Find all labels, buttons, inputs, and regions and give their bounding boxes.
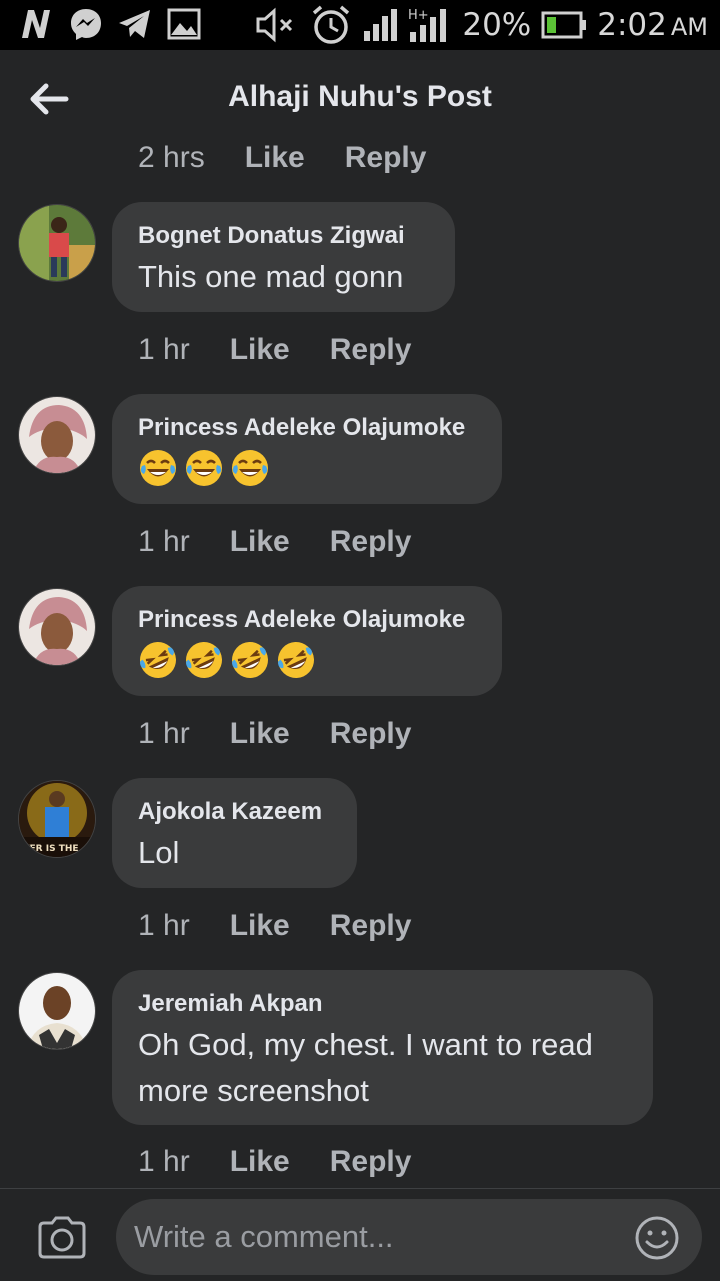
reply-button[interactable]: Reply [330,525,412,559]
like-button[interactable]: Like [230,333,290,367]
rolling-on-floor-laughing-icon [186,642,222,678]
like-button[interactable]: Like [230,909,290,943]
comment-time: 1 hr [138,333,190,366]
reply-button[interactable]: Reply [330,909,412,943]
gallery-icon [167,8,201,40]
header: Alhaji Nuhu's Post [0,50,720,146]
comment-meta-row: 1 hr Like Reply [138,330,411,370]
like-button[interactable]: Like [245,141,305,175]
avatar-caption: YER IS THE [22,844,79,854]
comment-text-line: more screenshot [138,1073,369,1108]
reply-button[interactable]: Reply [330,1145,412,1179]
like-button[interactable]: Like [230,717,290,751]
comment-time: 1 hr [138,1145,190,1178]
comment-input-container[interactable] [116,1199,702,1275]
rolling-on-floor-laughing-icon [232,642,268,678]
page-title: Alhaji Nuhu's Post [228,80,492,113]
telegram-icon [119,10,150,38]
comment-input[interactable] [132,1218,616,1256]
comment-bubble: Princess Adeleke Olajumoke [112,394,502,504]
face-with-tears-of-joy-icon [140,450,176,486]
like-button[interactable]: Like [230,1145,290,1179]
n-app-icon [22,10,50,38]
avatar[interactable] [18,588,96,666]
signal-icon [364,9,398,41]
avatar[interactable]: YER IS THE [18,780,96,858]
comment-text: Lol [138,835,180,870]
comment-bubble: Princess Adeleke Olajumoke [112,586,502,696]
mute-icon [256,7,293,43]
comment-time: 2 hrs [138,141,205,174]
clock: 2:02 AM [597,7,708,43]
battery-percent: 20% [462,7,532,43]
comment-time: 1 hr [138,525,190,558]
comment-time: 1 hr [138,909,190,942]
signal-hplus-icon: H+ [408,8,447,42]
avatar[interactable] [18,204,96,282]
comment-time: 1 hr [138,717,190,750]
avatar[interactable] [18,396,96,474]
face-with-tears-of-joy-icon [186,450,222,486]
comment-author[interactable]: Bognet Donatus Zigwai [138,220,429,252]
like-button[interactable]: Like [230,525,290,559]
comment-composer [0,1188,720,1281]
rolling-on-floor-laughing-icon [278,642,314,678]
comment-bubble: Ajokola Kazeem Lol [112,778,357,888]
reply-button[interactable]: Reply [330,333,412,367]
battery-icon [541,11,587,39]
smiley-icon[interactable] [634,1215,680,1261]
comment-author[interactable]: Ajokola Kazeem [138,796,331,828]
comment-author[interactable]: Jeremiah Akpan [138,988,627,1020]
face-with-tears-of-joy-icon [232,450,268,486]
comment-meta-row: 2 hrs Like Reply [138,138,426,178]
comment-meta-row: 1 hr Like Reply [138,906,411,946]
rolling-on-floor-laughing-icon [140,642,176,678]
comment-text: This one mad gonn [138,259,404,294]
comment-meta-row: 1 hr Like Reply [138,522,411,562]
comment-bubble: Bognet Donatus Zigwai This one mad gonn [112,202,455,312]
comment-bubble: Jeremiah Akpan Oh God, my chest. I want … [112,970,653,1125]
reply-button[interactable]: Reply [330,717,412,751]
comment-author[interactable]: Princess Adeleke Olajumoke [138,604,476,636]
emoji-row [138,640,476,680]
alarm-icon [313,5,350,44]
emoji-row [138,448,476,488]
comment-meta-row: 1 hr Like Reply [138,1142,411,1182]
status-bar: H+ 20% 2:02 AM [0,0,720,50]
comment-author[interactable]: Princess Adeleke Olajumoke [138,412,476,444]
avatar[interactable] [18,972,96,1050]
comment-meta-row: 1 hr Like Reply [138,714,411,754]
comment-text-line: Oh God, my chest. I want to read [138,1027,593,1062]
clock-ampm: AM [670,13,708,41]
clock-time: 2:02 [597,7,667,43]
reply-button[interactable]: Reply [345,141,427,175]
camera-icon[interactable] [36,1215,88,1259]
messenger-icon [71,9,101,40]
network-type-label: H+ [408,8,429,23]
